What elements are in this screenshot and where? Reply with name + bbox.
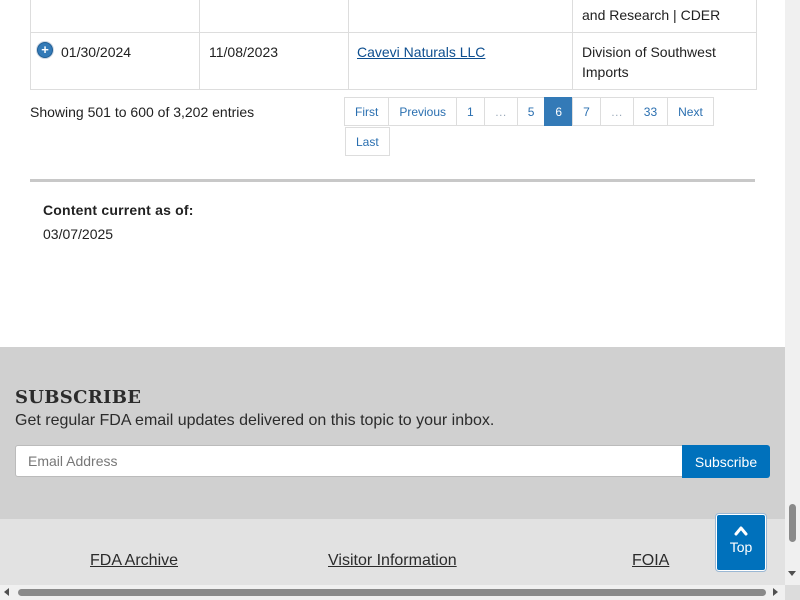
entries-info: Showing 501 to 600 of 3,202 entries [30, 104, 255, 120]
chevron-up-icon [734, 526, 748, 536]
page-33-button[interactable]: 33 [632, 97, 669, 126]
back-to-top-label: Top [729, 539, 753, 555]
footer-link-visitor-information[interactable]: Visitor Information [328, 552, 457, 570]
issuing-office-cell: Division of Southwest Imports [582, 44, 716, 80]
page-7-button[interactable]: 7 [572, 97, 601, 126]
posted-date-cell: 01/30/2024 [61, 44, 132, 60]
page-first-button[interactable]: First [344, 97, 390, 126]
horizontal-scrollbar[interactable] [0, 585, 800, 600]
warning-letters-table: and Research | CDER + 01/30/2024 11/08/2… [30, 0, 757, 90]
table-row: + 01/30/2024 11/08/2023 Cavevi Naturals … [30, 32, 757, 90]
page-viewport: and Research | CDER + 01/30/2024 11/08/2… [0, 0, 785, 585]
letter-date-cell: 11/08/2023 [209, 44, 279, 60]
page-1-button[interactable]: 1 [456, 97, 485, 126]
company-link[interactable]: Cavevi Naturals LLC [357, 44, 485, 60]
vertical-scrollbar[interactable] [785, 0, 800, 585]
subscribe-title: SUBSCRIBE [15, 387, 142, 408]
scroll-down-arrow-icon[interactable] [788, 571, 796, 576]
footer-link-fda-archive[interactable]: FDA Archive [90, 552, 178, 570]
page-ellipsis: … [483, 97, 518, 126]
subscribe-button[interactable]: Subscribe [682, 445, 770, 478]
scrollbar-corner [785, 585, 800, 600]
vertical-scrollbar-thumb[interactable] [789, 504, 796, 542]
page-ellipsis: … [599, 97, 634, 126]
horizontal-scrollbar-thumb[interactable] [18, 589, 766, 596]
scroll-left-arrow-icon[interactable] [4, 588, 9, 596]
content-current-date: 03/07/2025 [43, 226, 114, 242]
footer: FDA Archive Visitor Information FOIA [0, 519, 785, 585]
page-5-button[interactable]: 5 [516, 97, 546, 126]
email-input[interactable] [15, 445, 683, 477]
subscribe-section: SUBSCRIBE Get regular FDA email updates … [0, 347, 785, 519]
subscribe-description: Get regular FDA email updates delivered … [15, 412, 495, 429]
page-last-button[interactable]: Last [345, 127, 390, 156]
divider [30, 179, 755, 182]
back-to-top-button[interactable]: Top [716, 514, 766, 571]
content-current-label: Content current as of: [43, 202, 194, 218]
page-6-button-current[interactable]: 6 [544, 97, 574, 126]
scroll-right-arrow-icon[interactable] [773, 588, 778, 596]
table-row: and Research | CDER [30, 0, 757, 33]
page-previous-button[interactable]: Previous [388, 97, 458, 126]
plus-circle-icon[interactable]: + [37, 42, 53, 58]
issuing-office-cell: and Research | CDER [582, 7, 721, 23]
footer-link-foia[interactable]: FOIA [632, 552, 669, 570]
pagination: First Previous 1 … 5 6 7 … 33 Next Last [344, 97, 725, 156]
page-next-button[interactable]: Next [667, 97, 714, 126]
